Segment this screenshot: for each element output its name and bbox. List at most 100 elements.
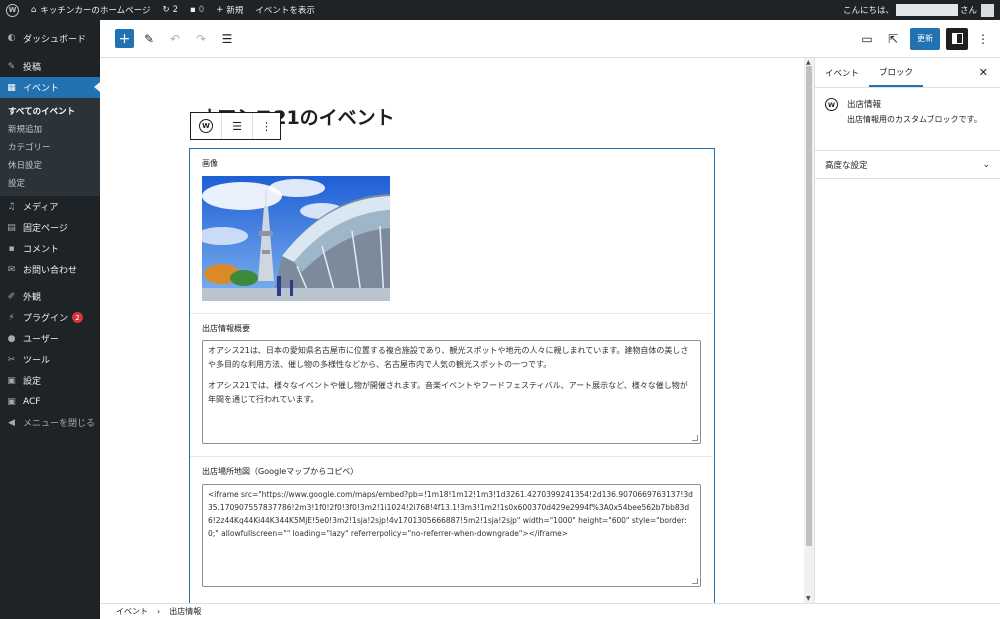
user-icon: ● [7, 333, 16, 344]
external-link-icon: ⇱ [887, 31, 899, 46]
field-divider [190, 313, 713, 314]
chevron-down-icon: ⌄ [982, 159, 990, 170]
menu-events[interactable]: ▦ イベント [0, 77, 100, 98]
brush-icon: ✐ [7, 291, 16, 302]
menu-appearance[interactable]: ✐ 外観 [0, 286, 100, 307]
settings-sidebar: イベント ブロック ✕ W 出店情報 出店情報用のカスタムブロックです。 高度な… [814, 58, 1000, 603]
site-name-link[interactable]: ⌂ キッチンカーのホームページ [25, 0, 156, 20]
wrench-icon: ✂ [7, 354, 16, 365]
map-embed-code: <iframe src="https://www.google.com/maps… [208, 490, 693, 538]
wp-logo-menu[interactable]: W [0, 0, 25, 20]
menu-pages[interactable]: ▤ 固定ページ [0, 217, 100, 238]
view-event-link[interactable]: イベントを表示 [249, 0, 321, 20]
undo-button[interactable]: ↶ [164, 28, 186, 50]
updates-link[interactable]: ↻ 2 [156, 0, 184, 20]
menu-settings[interactable]: ▣ 設定 [0, 370, 100, 391]
list-view-icon: ☰ [221, 31, 233, 46]
submenu-add-new[interactable]: 新規追加 [0, 120, 100, 138]
plugin-icon: ⚡ [8, 312, 15, 323]
refresh-icon: ↻ [162, 5, 170, 15]
scrollbar-thumb[interactable] [806, 66, 812, 546]
wordpress-logo-icon: W [199, 119, 213, 133]
comment-icon: ▪ [8, 243, 15, 254]
align-icon: ☰ [232, 119, 242, 133]
vertical-ellipsis-icon: ⋮ [261, 119, 272, 133]
tools-button[interactable]: ✎ [138, 28, 160, 50]
settings-icon: ▣ [7, 375, 16, 386]
overview-paragraph-1: オアシス21は、日本の愛知県名古屋市に位置する複合施設であり、観光スポットや地元… [208, 346, 689, 369]
menu-plugins[interactable]: ⚡ プラグイン 2 [0, 307, 100, 328]
preview-button[interactable]: ▭ [856, 28, 878, 50]
pencil-icon: ✎ [143, 31, 155, 46]
drag-handle[interactable]: ☰ [222, 113, 253, 139]
plus-icon: + [118, 30, 131, 47]
desktop-icon: ▭ [861, 31, 873, 46]
menu-acf[interactable]: ▣ ACF [0, 391, 100, 412]
oasis21-photo[interactable] [202, 176, 390, 301]
editor-toolbar: + ✎ ↶ ↷ ☰ ▭ ⇱ 更新 ⋮ [100, 20, 1000, 58]
advanced-settings-toggle[interactable]: 高度な設定 ⌄ [815, 151, 1000, 179]
block-card: W 出店情報 出店情報用のカスタムブロックです。 [815, 88, 1000, 151]
block-toolbar: W ☰ ⋮ [190, 112, 281, 140]
vertical-ellipsis-icon: ⋮ [977, 31, 989, 46]
mail-icon: ✉ [7, 264, 16, 275]
add-block-button[interactable]: + [115, 29, 134, 48]
menu-collapse[interactable]: ◀ メニューを閉じる [0, 412, 100, 433]
redacted-username [895, 4, 958, 16]
plugins-update-badge: 2 [72, 312, 84, 323]
redo-button[interactable]: ↷ [190, 28, 212, 50]
events-submenu: すべてのイベント 新規追加 カテゴリー 休日設定 設定 [0, 98, 100, 196]
menu-contact[interactable]: ✉ お問い合わせ [0, 259, 100, 280]
sidebar-panel-icon [951, 33, 963, 44]
calendar-icon: ▦ [7, 82, 16, 93]
breadcrumb-item-document[interactable]: イベント [116, 606, 148, 617]
close-icon[interactable]: ✕ [979, 66, 988, 79]
breadcrumb-item-block[interactable]: 出店情報 [169, 606, 201, 617]
tab-block[interactable]: ブロック [869, 58, 924, 87]
resize-handle-icon[interactable] [692, 435, 698, 441]
block-type-button[interactable]: W [191, 113, 222, 139]
options-menu-button[interactable]: ⋮ [972, 28, 994, 50]
submenu-categories[interactable]: カテゴリー [0, 138, 100, 156]
menu-comments[interactable]: ▪ コメント [0, 238, 100, 259]
comment-bubble-icon: ▪ [190, 5, 196, 15]
tab-post[interactable]: イベント [815, 58, 869, 87]
submenu-settings[interactable]: 設定 [0, 174, 100, 192]
canvas-scrollbar[interactable]: ▲ ▼ [804, 58, 814, 603]
comments-link[interactable]: ▪ 0 [184, 0, 210, 20]
custom-block-shop-info[interactable]: 画像 出店情報概要 オアシス21は、日本の愛知県名古屋市に位置する複合施設であり… [189, 148, 715, 603]
plus-icon: + [216, 5, 224, 15]
menu-media[interactable]: ♫ メディア [0, 196, 100, 217]
map-embed-textarea[interactable]: <iframe src="https://www.google.com/maps… [202, 484, 701, 587]
overview-textarea[interactable]: オアシス21は、日本の愛知県名古屋市に位置する複合施設であり、観光スポットや地元… [202, 340, 701, 444]
document-overview-button[interactable]: ☰ [216, 28, 238, 50]
view-post-button[interactable]: ⇱ [882, 28, 904, 50]
image-field-label: 画像 [202, 159, 218, 168]
page-icon: ▤ [7, 222, 16, 233]
block-breadcrumb: イベント › 出店情報 [100, 603, 1000, 619]
settings-toggle-button[interactable] [946, 27, 968, 50]
overview-paragraph-2: オアシス21では、様々なイベントや催し物が開催されます。音楽イベントやフードフェ… [208, 381, 688, 404]
block-options-button[interactable]: ⋮ [253, 113, 280, 139]
menu-tools[interactable]: ✂ ツール [0, 349, 100, 370]
update-button[interactable]: 更新 [910, 27, 940, 50]
avatar [981, 3, 994, 17]
settings-tabs: イベント ブロック ✕ [815, 58, 1000, 88]
my-account-menu[interactable]: こんにちは、 さん [843, 3, 1000, 17]
menu-users[interactable]: ● ユーザー [0, 328, 100, 349]
oasis21-illustration [202, 176, 390, 301]
redo-icon: ↷ [195, 31, 207, 46]
wordpress-logo-icon: W [825, 98, 838, 111]
wordpress-logo-icon: W [6, 3, 19, 17]
new-content-link[interactable]: + 新規 [210, 0, 249, 20]
chevron-right-icon: › [157, 607, 161, 616]
submenu-holidays[interactable]: 休日設定 [0, 156, 100, 174]
submenu-all-events[interactable]: すべてのイベント [0, 102, 100, 120]
acf-icon: ▣ [7, 396, 16, 407]
menu-dashboard[interactable]: ◐ ダッシュボード [0, 20, 100, 56]
scroll-up-icon[interactable]: ▲ [806, 59, 811, 66]
pin-icon: ✎ [7, 61, 16, 72]
resize-handle-icon[interactable] [692, 578, 698, 584]
scroll-down-icon[interactable]: ▼ [806, 595, 811, 602]
menu-posts[interactable]: ✎ 投稿 [0, 56, 100, 77]
